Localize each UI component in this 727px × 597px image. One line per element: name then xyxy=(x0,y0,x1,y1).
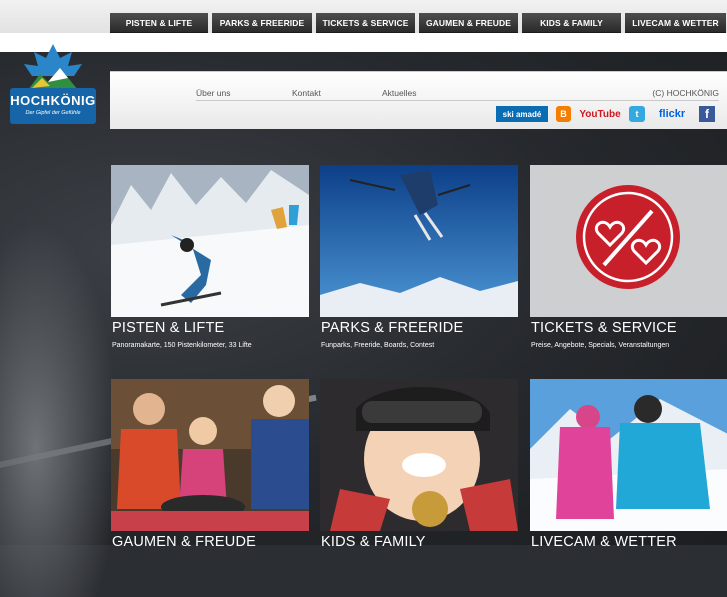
tile-kids-family[interactable]: KIDS & FAMILY xyxy=(320,379,518,550)
tile-title: LIVECAM & WETTER xyxy=(531,534,677,550)
tile-image-kids-mountain xyxy=(530,379,727,531)
tile-subtitle: Panoramakarte, 150 Pistenkilometer, 33 L… xyxy=(112,342,252,349)
logo-name: HOCHKÖNIG xyxy=(10,93,96,108)
tile-tickets-service[interactable]: TICKETS & SERVICE Preise, Angebote, Spec… xyxy=(530,165,727,365)
tile-title: PARKS & FREERIDE xyxy=(321,320,464,336)
main-nav: PISTEN & LIFTE PARKS & FREERIDE TICKETS … xyxy=(110,13,726,34)
tile-subtitle: Preise, Angebote, Specials, Veranstaltun… xyxy=(531,342,670,349)
tile-image-family-meal xyxy=(111,379,309,531)
twitter-icon[interactable]: t xyxy=(629,106,645,122)
header-white-bar xyxy=(0,33,727,52)
tile-subtitle: Funparks, Freeride, Boards, Contest xyxy=(321,342,435,349)
nav-tab-gaumen-freude[interactable]: GAUMEN & FREUDE xyxy=(419,13,518,34)
link-aktuelles[interactable]: Aktuelles xyxy=(382,88,417,98)
link-ueber-uns[interactable]: Über uns xyxy=(196,88,231,98)
tile-image-skier xyxy=(111,165,309,317)
tile-pisten-lifte[interactable]: PISTEN & LIFTE Panoramakarte, 150 Pisten… xyxy=(111,165,309,365)
tile-gaumen-freude[interactable]: GAUMEN & FREUDE xyxy=(111,379,309,550)
info-divider xyxy=(196,100,719,101)
tile-image-tickets xyxy=(530,165,727,317)
crown-mountain-logo-icon xyxy=(24,44,82,90)
youtube-icon[interactable]: YouTube xyxy=(579,106,620,122)
facebook-icon[interactable]: f xyxy=(699,106,715,122)
flickr-icon[interactable]: flickr xyxy=(654,106,690,122)
link-kontakt[interactable]: Kontakt xyxy=(292,88,321,98)
tile-title: TICKETS & SERVICE xyxy=(531,320,677,336)
nav-tab-kids-family[interactable]: KIDS & FAMILY xyxy=(522,13,621,34)
tile-image-jumper xyxy=(320,165,518,317)
copyright-text: (C) HOCHKÖNIG xyxy=(652,88,719,98)
nav-tab-tickets-service[interactable]: TICKETS & SERVICE xyxy=(316,13,415,34)
tile-image-kid-medal xyxy=(320,379,518,531)
site-logo[interactable]: HOCHKÖNIG Der Gipfel der Gefühle xyxy=(8,42,98,130)
tile-title: GAUMEN & FREUDE xyxy=(112,534,256,550)
nav-tab-pisten-lifte[interactable]: PISTEN & LIFTE xyxy=(110,13,208,34)
ski-amade-icon[interactable]: ski amadé xyxy=(496,106,548,122)
tile-title: PISTEN & LIFTE xyxy=(112,320,225,336)
background-snow xyxy=(0,222,120,597)
tile-livecam-wetter[interactable]: LIVECAM & WETTER xyxy=(530,379,727,550)
blogger-icon[interactable]: B xyxy=(556,106,571,122)
logo-slogan: Der Gipfel der Gefühle xyxy=(25,110,81,116)
tile-parks-freeride[interactable]: PARKS & FREERIDE Funparks, Freeride, Boa… xyxy=(320,165,518,365)
nav-tab-livecam-wetter[interactable]: LIVECAM & WETTER xyxy=(625,13,726,34)
info-bar: Über uns Kontakt Aktuelles (C) HOCHKÖNIG… xyxy=(110,71,727,129)
nav-tab-parks-freeride[interactable]: PARKS & FREERIDE xyxy=(212,13,312,34)
tile-title: KIDS & FAMILY xyxy=(321,534,426,550)
